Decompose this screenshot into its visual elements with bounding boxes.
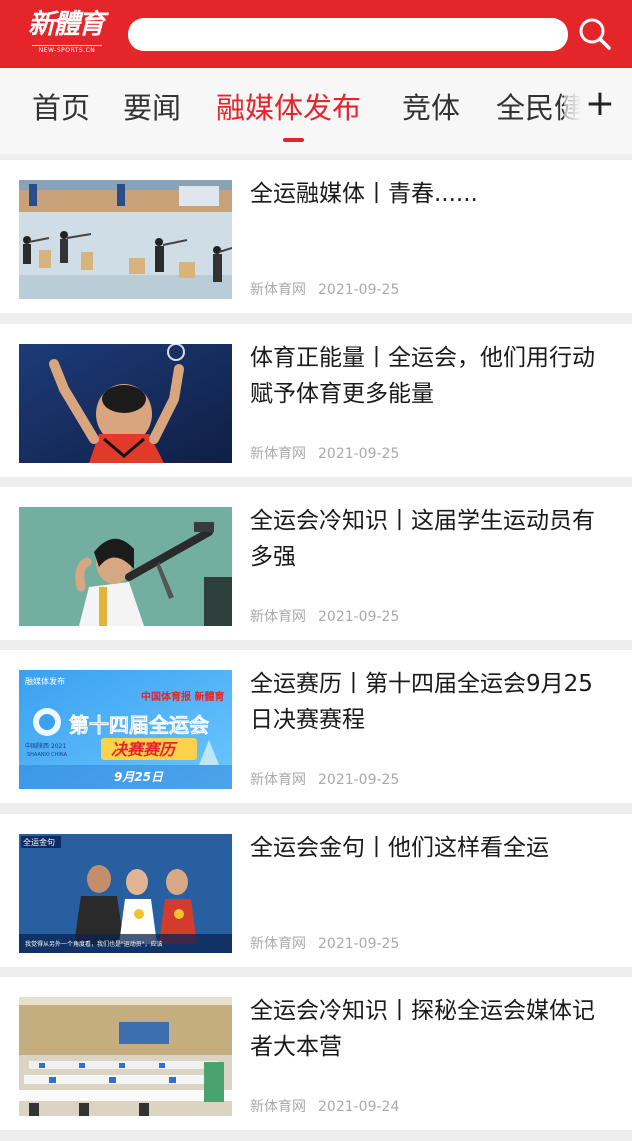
news-thumbnail: 融媒体发布 中国体育报 新體育 中国陕西 2021 SHAANXI CHINA … — [19, 670, 232, 789]
news-item[interactable]: 全运会冷知识丨这届学生运动员有多强 新体育网 2021-09-25 — [0, 487, 632, 640]
poster-brand: 中国体育报 新體育 — [141, 690, 224, 703]
channel-tabs: 首页 要闻 融媒体发布 竞体 全民健 — [0, 68, 632, 154]
news-source: 新体育网 — [250, 609, 306, 625]
news-date: 2021-09-25 — [318, 282, 400, 298]
news-source: 新体育网 — [250, 282, 306, 298]
tab-competitive-sports[interactable]: 竞体 — [402, 88, 460, 128]
plus-icon: + — [584, 83, 616, 124]
news-thumbnail — [19, 180, 232, 299]
news-item[interactable]: 融媒体发布 中国体育报 新體育 中国陕西 2021 SHAANXI CHINA … — [0, 650, 632, 803]
top-bar: 新體育 NEW-SPORTS.CN — [0, 0, 632, 68]
news-source: 新体育网 — [250, 772, 306, 788]
news-source: 新体育网 — [250, 446, 306, 462]
logo-text: 新體育 — [28, 9, 105, 40]
news-title: 全运会冷知识丨探秘全运会媒体记者大本营 — [250, 998, 595, 1060]
news-thumbnail — [19, 507, 232, 626]
poster-region: 中国陕西 2021 — [25, 742, 66, 750]
poster-tag: 融媒体发布 — [25, 676, 65, 686]
poster-date: 9月25日 — [114, 770, 164, 784]
news-date: 2021-09-25 — [318, 772, 400, 788]
app: 新體育 NEW-SPORTS.CN 首页 要闻 融媒体发布 竞体 全民健 + 全… — [0, 0, 632, 1141]
news-meta: 新体育网 2021-09-25 — [250, 608, 610, 626]
news-title: 体育正能量丨全运会，他们用行动赋予体育更多能量 — [250, 345, 595, 407]
poster-region-en: SHAANXI CHINA — [27, 752, 68, 758]
search-input[interactable] — [128, 18, 568, 51]
news-item[interactable]: 全运金句 我觉得从另外一个角度看，我们也是"运动员"，应该 全运会金句丨他们这样… — [0, 814, 632, 967]
poster-sub: 决赛赛历 — [111, 740, 178, 759]
search-icon — [579, 18, 611, 50]
tab-media-release[interactable]: 融媒体发布 — [216, 88, 361, 128]
rifle-shooter-photo — [19, 507, 232, 626]
news-meta: 新体育网 2021-09-25 — [250, 445, 610, 463]
search-button[interactable] — [575, 14, 615, 54]
logo-subtext: NEW-SPORTS.CN — [32, 45, 102, 56]
news-date: 2021-09-24 — [318, 1099, 400, 1115]
press-center-photo — [19, 997, 232, 1116]
news-thumbnail — [19, 344, 232, 463]
news-meta: 新体育网 2021-09-25 — [250, 281, 610, 299]
news-item[interactable]: 全运会冷知识丨探秘全运会媒体记者大本营 新体育网 2021-09-24 — [0, 977, 632, 1130]
active-tab-indicator — [283, 138, 304, 142]
news-item[interactable]: 全运融媒体丨青春...... 新体育网 2021-09-25 — [0, 160, 632, 313]
news-source: 新体育网 — [250, 1099, 306, 1115]
poster-headline: 第十四届全运会 — [69, 713, 209, 737]
news-title: 全运会冷知识丨这届学生运动员有多强 — [250, 508, 595, 570]
news-title: 全运融媒体丨青春...... — [250, 181, 478, 207]
news-meta: 新体育网 2021-09-24 — [250, 1098, 610, 1116]
news-thumbnail: 全运金句 我觉得从另外一个角度看，我们也是"运动员"，应该 — [19, 834, 232, 953]
news-meta: 新体育网 2021-09-25 — [250, 935, 610, 953]
add-channel-button[interactable]: + — [564, 68, 632, 144]
tab-home[interactable]: 首页 — [32, 88, 90, 128]
news-meta: 新体育网 2021-09-25 — [250, 771, 610, 789]
overlay-caption: 我觉得从另外一个角度看，我们也是"运动员"，应该 — [25, 940, 163, 948]
athletes-medals-photo: 全运金句 我觉得从另外一个角度看，我们也是"运动员"，应该 — [19, 834, 232, 953]
overlay-tag: 全运金句 — [23, 837, 55, 847]
news-date: 2021-09-25 — [318, 446, 400, 462]
tab-headlines[interactable]: 要闻 — [123, 88, 181, 128]
news-source: 新体育网 — [250, 936, 306, 952]
shooting-range-photo — [19, 180, 232, 299]
news-title: 全运会金句丨他们这样看全运 — [250, 835, 549, 861]
news-title: 全运赛历丨第十四届全运会9月25日决赛赛程 — [250, 671, 593, 733]
site-logo[interactable]: 新體育 NEW-SPORTS.CN — [28, 8, 105, 58]
news-thumbnail — [19, 997, 232, 1116]
news-date: 2021-09-25 — [318, 609, 400, 625]
schedule-poster: 融媒体发布 中国体育报 新體育 中国陕西 2021 SHAANXI CHINA … — [19, 670, 232, 789]
news-date: 2021-09-25 — [318, 936, 400, 952]
news-item[interactable]: 体育正能量丨全运会，他们用行动赋予体育更多能量 新体育网 2021-09-25 — [0, 324, 632, 477]
badminton-player-photo — [19, 344, 232, 463]
